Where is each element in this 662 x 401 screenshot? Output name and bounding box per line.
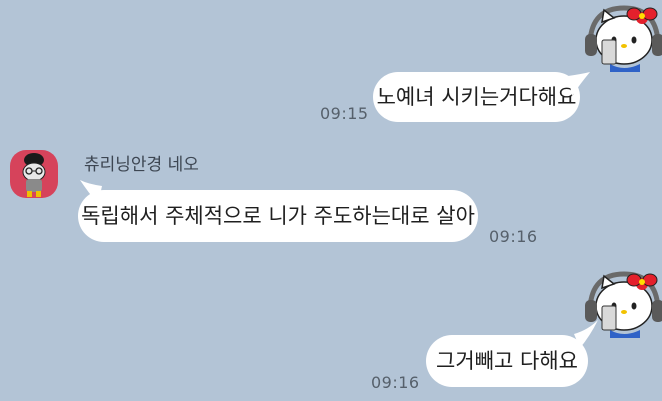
message-text: 그거빼고 다해요 — [436, 348, 578, 373]
my-message-bubble[interactable]: 노예녀 시키는거다해요 — [373, 72, 580, 122]
my-message-bubble[interactable]: 그거빼고 다해요 — [426, 335, 588, 387]
message-time: 09:16 — [489, 227, 538, 246]
bubble-tail — [568, 72, 590, 96]
message-text: 노예녀 시키는거다해요 — [376, 84, 577, 109]
message-time: 09:16 — [371, 373, 420, 392]
sender-name: 츄리닝안경 네오 — [84, 155, 199, 175]
hello-kitty-headphones-icon[interactable] — [580, 2, 662, 72]
chat-room: 09:15 노예녀 시키는거다해요 츄리닝안경 네오 독립해서 주체적으로 니가… — [0, 0, 662, 401]
neo-cat-glasses-icon[interactable] — [10, 150, 58, 198]
friend-message-bubble[interactable]: 독립해서 주체적으로 니가 주도하는대로 살아 — [78, 190, 478, 242]
bubble-tail — [574, 320, 598, 348]
message-text: 독립해서 주체적으로 니가 주도하는대로 살아 — [81, 203, 475, 228]
message-time: 09:15 — [320, 104, 369, 123]
